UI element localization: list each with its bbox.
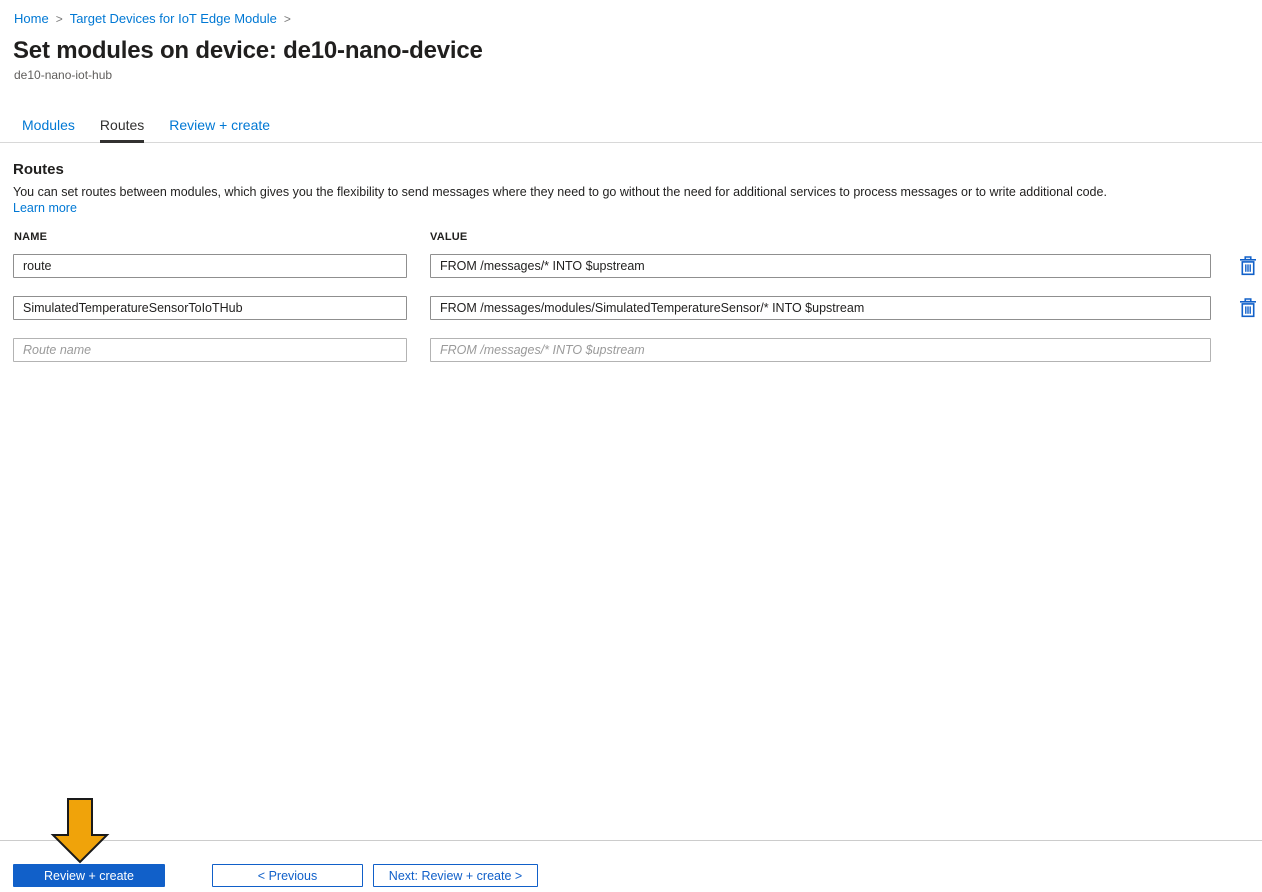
annotation-arrow-down-icon	[50, 798, 110, 869]
route-name-input-1[interactable]	[13, 254, 407, 278]
previous-button[interactable]: < Previous	[212, 864, 363, 887]
footer-divider	[0, 840, 1262, 841]
tab-modules[interactable]: Modules	[22, 112, 75, 143]
routes-description: You can set routes between modules, whic…	[13, 185, 1107, 199]
page-subtitle: de10-nano-iot-hub	[14, 68, 113, 82]
next-review-create-button[interactable]: Next: Review + create >	[373, 864, 538, 887]
breadcrumb-home-link[interactable]: Home	[14, 11, 49, 26]
breadcrumb-target-devices-link[interactable]: Target Devices for IoT Edge Module	[70, 11, 277, 26]
route-name-input-2[interactable]	[13, 296, 407, 320]
delete-route-button-2[interactable]	[1239, 298, 1257, 318]
route-value-input-2[interactable]	[430, 296, 1211, 320]
trash-icon	[1239, 298, 1257, 321]
tab-review-create[interactable]: Review + create	[169, 112, 270, 143]
learn-more-link[interactable]: Learn more	[13, 201, 77, 215]
value-column-header: VALUE	[430, 231, 468, 243]
tab-bar: Modules Routes Review + create	[0, 112, 1262, 143]
breadcrumb: Home > Target Devices for IoT Edge Modul…	[14, 11, 291, 26]
tab-routes[interactable]: Routes	[99, 112, 145, 143]
page-title: Set modules on device: de10-nano-device	[13, 37, 483, 64]
routes-section-heading: Routes	[13, 161, 64, 178]
route-value-input-new[interactable]	[430, 338, 1211, 362]
route-value-input-1[interactable]	[430, 254, 1211, 278]
delete-route-button-1[interactable]	[1239, 256, 1257, 276]
name-column-header: NAME	[14, 231, 48, 243]
chevron-right-icon: >	[283, 11, 291, 26]
trash-icon	[1239, 256, 1257, 279]
route-name-input-new[interactable]	[13, 338, 407, 362]
chevron-right-icon: >	[55, 11, 63, 26]
